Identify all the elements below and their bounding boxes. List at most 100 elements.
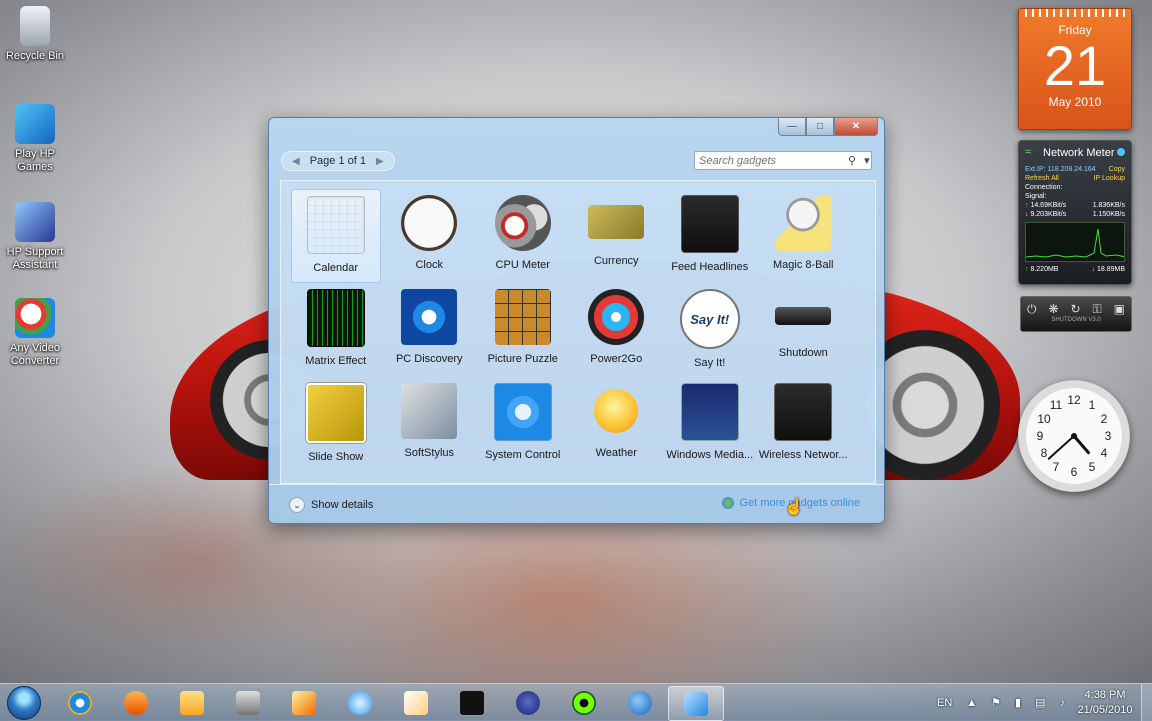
- page-label: Page 1 of 1: [309, 155, 366, 167]
- gadget-tile-wireless-network[interactable]: Wireless Networ...: [757, 377, 851, 471]
- download-rate-bits: 9.203KBit/s: [1030, 211, 1067, 218]
- taskbar-command-prompt[interactable]: [444, 686, 500, 719]
- language-indicator[interactable]: EN: [937, 697, 952, 709]
- command-prompt-icon: [459, 689, 485, 716]
- gadgets-window: — □ ✕ ◀ Page 1 of 1 ▶ ⚲ ▾ Calendar Clock: [268, 117, 885, 524]
- gadget-tile-power2go[interactable]: Power2Go: [570, 283, 664, 377]
- battery-icon[interactable]: ▮: [1015, 696, 1021, 709]
- gadget-name: CPU Meter: [495, 259, 550, 271]
- show-desktop-button[interactable]: [1141, 684, 1152, 721]
- shutdown-gadget[interactable]: ⏻ ❋ ↻ ⚿ ▣ SHUTDOWN V3.0: [1020, 296, 1132, 332]
- signal-label: Signal:: [1025, 193, 1047, 200]
- taskbar-pinned-apps: [52, 686, 724, 721]
- taskbar-google-earth[interactable]: [612, 686, 668, 719]
- maximize-button[interactable]: □: [806, 118, 834, 136]
- search-input[interactable]: [695, 153, 844, 168]
- desktop-icon-any-video-converter[interactable]: Any Video Converter: [0, 298, 70, 368]
- gadget-name: System Control: [485, 449, 561, 461]
- restart-icon[interactable]: ↻: [1070, 302, 1080, 317]
- page-navigator: ◀ Page 1 of 1 ▶: [281, 151, 395, 171]
- gadget-tile-calendar[interactable]: Calendar: [291, 189, 381, 283]
- taskbar-snipping-tool[interactable]: [276, 686, 332, 719]
- taskbar-explorer[interactable]: [164, 686, 220, 719]
- taskbar-clock[interactable]: 4:38 PM 21/05/2010: [1070, 688, 1140, 718]
- key-icon[interactable]: ⚿: [1093, 302, 1102, 317]
- gadget-tile-matrix-effect[interactable]: Matrix Effect: [289, 283, 383, 377]
- upload-arrow-icon: ↑: [1025, 202, 1029, 209]
- info-icon[interactable]: [1117, 148, 1125, 156]
- clock-gadget[interactable]: 12 1 2 3 4 5 6 7 8 9 10 11: [1018, 380, 1130, 492]
- gadget-name: Clock: [415, 259, 443, 271]
- lock-icon[interactable]: ▣: [1114, 302, 1125, 317]
- gadget-tile-say-it[interactable]: Say It! Say It!: [663, 283, 757, 377]
- gadget-tile-shutdown[interactable]: Shutdown: [757, 283, 851, 377]
- gadget-name: Magic 8-Ball: [772, 259, 834, 271]
- gadget-tile-weather[interactable]: Weather: [570, 377, 664, 471]
- gadget-tile-feed-headlines[interactable]: Feed Headlines: [663, 189, 757, 283]
- show-hidden-icons-icon[interactable]: ▲: [966, 697, 977, 709]
- system-tray: EN ▲ ⚑ ▮ ▤ ♪: [930, 684, 1072, 721]
- clock-numeral-6: 6: [1071, 465, 1078, 479]
- volume-icon[interactable]: ♪: [1060, 697, 1066, 709]
- picture-puzzle-icon: [494, 289, 551, 345]
- taskbar-eclipse[interactable]: [500, 686, 556, 719]
- gadget-tile-magic-8-ball[interactable]: Magic 8-Ball: [757, 189, 851, 283]
- gadget-name: Wireless Networ...: [758, 449, 848, 461]
- desktop-icon-label: Play HP Games: [15, 148, 55, 173]
- gadget-tile-pc-discovery[interactable]: PC Discovery: [383, 283, 477, 377]
- gadget-tile-currency[interactable]: Currency: [570, 189, 664, 283]
- gadget-tile-system-control[interactable]: System Control: [476, 377, 570, 471]
- network-meter-title: Network Meter: [1043, 147, 1115, 159]
- power-icon[interactable]: ⏻: [1027, 302, 1037, 317]
- hand-cursor-icon: ☝: [784, 499, 804, 516]
- close-button[interactable]: ✕: [834, 118, 878, 136]
- show-details-label: Show details: [311, 499, 374, 511]
- total-down-arrow-icon: ↓: [1091, 266, 1096, 273]
- gadget-tile-clock[interactable]: Clock: [383, 189, 477, 283]
- action-center-icon[interactable]: ⚑: [991, 696, 1001, 709]
- start-button[interactable]: [2, 684, 46, 721]
- minimize-button[interactable]: —: [778, 118, 806, 136]
- clock-numeral-4: 4: [1101, 446, 1108, 460]
- gadget-tile-cpu-meter[interactable]: CPU Meter: [476, 189, 570, 283]
- clock-numeral-2: 2: [1101, 412, 1108, 426]
- gadget-tile-softstylus[interactable]: SoftStylus: [383, 377, 477, 471]
- next-page-button[interactable]: ▶: [372, 156, 388, 167]
- gadget-tile-slide-show[interactable]: Slide Show: [289, 377, 383, 471]
- network-meter-gadget[interactable]: ≈ Network Meter Ext.IP: 118.208.24.164 C…: [1018, 140, 1132, 285]
- taskbar-itunes[interactable]: [332, 686, 388, 719]
- desktop-icon-label: Recycle Bin: [5, 50, 65, 62]
- cpu-meter-icon: [494, 195, 551, 251]
- search-dropdown-icon[interactable]: ▾: [860, 154, 874, 167]
- google-earth-icon: [628, 690, 652, 715]
- sleep-icon[interactable]: ❋: [1048, 302, 1058, 317]
- wireless-signal-icon[interactable]: ▤: [1035, 696, 1045, 709]
- search-icon[interactable]: ⚲: [844, 154, 860, 167]
- calendar-icon: [306, 196, 365, 254]
- taskbar-media-player[interactable]: [108, 686, 164, 719]
- gadget-tile-picture-puzzle[interactable]: Picture Puzzle: [476, 283, 570, 377]
- desktop-icon-recycle-bin[interactable]: Recycle Bin: [0, 6, 70, 63]
- taskbar-notepad[interactable]: [388, 686, 444, 719]
- weather-icon: [594, 389, 639, 433]
- external-ip: Ext.IP: 118.208.24.164: [1025, 166, 1096, 173]
- gadget-gallery: Calendar Clock CPU Meter Currency Feed H…: [280, 180, 876, 484]
- taskbar-internet-explorer[interactable]: [52, 686, 108, 719]
- download-arrow-icon: ↓: [1025, 211, 1029, 218]
- globe-icon: [721, 497, 734, 509]
- clock-numeral-7: 7: [1053, 460, 1060, 474]
- desktop-icon-play-hp-games[interactable]: Play HP Games: [0, 104, 70, 174]
- copy-link[interactable]: Copy: [1109, 165, 1125, 174]
- ip-lookup-link[interactable]: IP Lookup: [1094, 174, 1125, 183]
- taskbar-gadgets[interactable]: [668, 686, 724, 721]
- desktop-icon-hp-support-assistant[interactable]: HP Support Assistant: [0, 202, 70, 272]
- show-details-button[interactable]: ⌄ Show details: [289, 497, 373, 513]
- calendar-gadget[interactable]: Friday 21 May 2010: [1018, 8, 1132, 130]
- taskbar-gear-app[interactable]: [556, 686, 612, 719]
- clock-numeral-8: 8: [1041, 446, 1048, 460]
- refresh-all-link[interactable]: Refresh All: [1025, 174, 1059, 183]
- gadget-tile-windows-media[interactable]: Windows Media...: [663, 377, 757, 471]
- internet-explorer-icon: [68, 690, 92, 715]
- taskbar-calculator[interactable]: [220, 686, 276, 719]
- previous-page-button[interactable]: ◀: [288, 156, 304, 167]
